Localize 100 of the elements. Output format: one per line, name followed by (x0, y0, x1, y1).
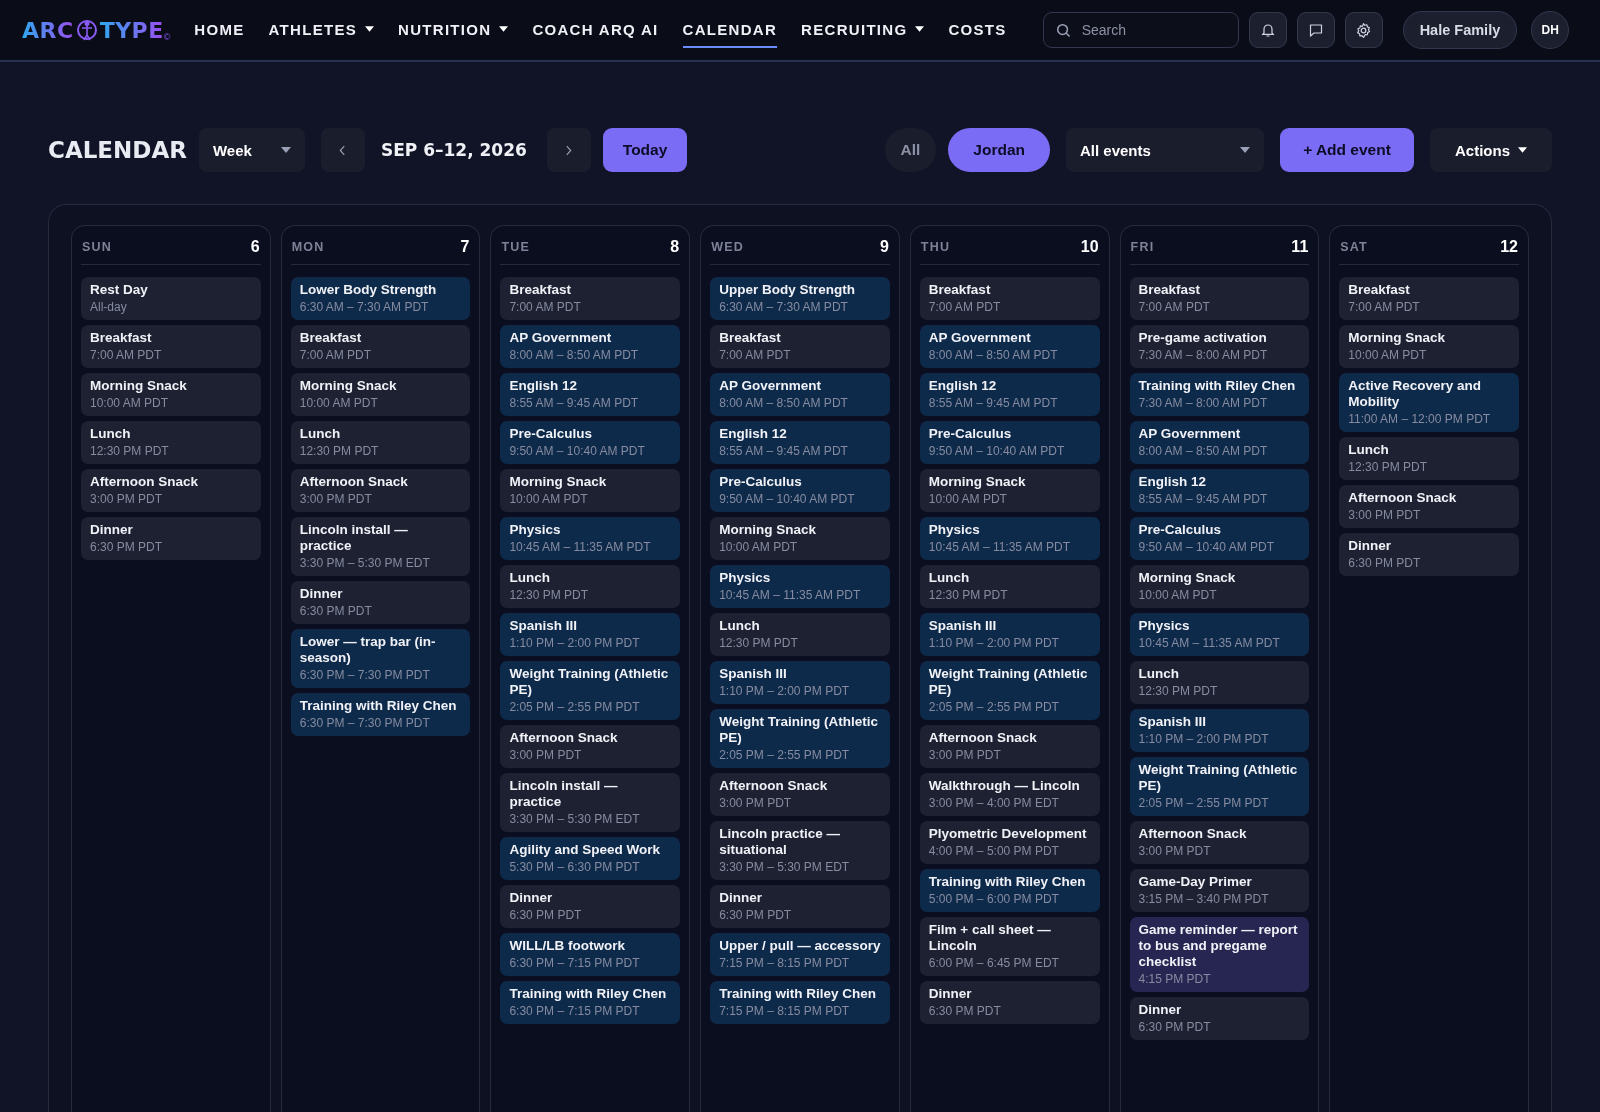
event-card[interactable]: WILL/LB footwork 6:30 PM – 7:15 PM PDT (500, 933, 681, 976)
event-card[interactable]: Spanish III 1:10 PM – 2:00 PM PDT (1129, 709, 1310, 752)
event-card[interactable]: Training with Riley Chen 6:30 PM – 7:15 PM PDT (500, 981, 681, 1024)
event-card[interactable]: Breakfast 7:00 AM PDT (710, 325, 890, 368)
event-card[interactable]: Morning Snack 10:00 AM PDT (500, 469, 681, 512)
event-card[interactable]: Morning Snack 10:00 AM PDT (1339, 325, 1519, 368)
event-card[interactable]: Pre-Calculus 9:50 AM – 10:40 AM PDT (1129, 517, 1310, 560)
search-field[interactable]: Search (1042, 12, 1239, 48)
event-card[interactable]: Morning Snack 10:00 AM PDT (1129, 565, 1310, 608)
event-card[interactable]: Weight Training (Athletic PE) 2:05 PM – 2:55 PM PDT (919, 661, 1100, 720)
event-card[interactable]: Dinner 6:30 PM PDT (1129, 997, 1310, 1040)
event-card[interactable]: Game reminder — report to bus and pregame checklist 4:15 PM PDT (1129, 917, 1310, 992)
person-filter[interactable]: All (884, 128, 937, 172)
event-card[interactable]: Morning Snack 10:00 AM PDT (710, 517, 890, 560)
event-card[interactable]: Lincoln install — practice 3:30 PM – 5:30 PM EDT (500, 773, 681, 832)
nav-link[interactable]: COSTS (948, 12, 1007, 48)
event-card[interactable]: Training with Riley Chen 7:15 PM – 8:15 PM PDT (710, 981, 890, 1024)
event-card[interactable]: Afternoon Snack 3:00 PM PDT (1339, 485, 1519, 528)
event-card[interactable]: Upper Body Strength 6:30 AM – 7:30 AM PDT (710, 277, 890, 320)
event-card[interactable]: Afternoon Snack 3:00 PM PDT (290, 469, 471, 512)
event-card[interactable]: Training with Riley Chen 5:00 PM – 6:00 PM PDT (919, 869, 1100, 912)
event-card[interactable]: Morning Snack 10:00 AM PDT (919, 469, 1100, 512)
event-card[interactable]: Rest Day All-day (81, 277, 261, 320)
event-card[interactable]: Pre-game activation 7:30 AM – 8:00 AM PDT (1129, 325, 1310, 368)
chat-icon[interactable] (1296, 12, 1335, 48)
event-card[interactable]: Breakfast 7:00 AM PDT (1339, 277, 1519, 320)
account-button[interactable]: Hale Family (1402, 11, 1518, 49)
event-card[interactable]: AP Government 8:00 AM – 8:50 AM PDT (500, 325, 681, 368)
event-card[interactable]: Pre-Calculus 9:50 AM – 10:40 AM PDT (500, 421, 681, 464)
today-button[interactable]: Today (602, 128, 688, 172)
event-card[interactable]: Lower — trap bar (in-season) 6:30 PM – 7:30 PM PDT (290, 629, 471, 688)
event-card[interactable]: Afternoon Snack 3:00 PM PDT (81, 469, 261, 512)
event-card[interactable]: Dinner 6:30 PM PDT (919, 981, 1100, 1024)
event-card[interactable]: AP Government 8:00 AM – 8:50 AM PDT (710, 373, 890, 416)
event-card[interactable]: Breakfast 7:00 AM PDT (81, 325, 261, 368)
nav-link[interactable]: ATHLETES (268, 12, 375, 48)
nav-link[interactable]: HOME (194, 12, 245, 48)
event-card[interactable]: Breakfast 7:00 AM PDT (290, 325, 471, 368)
event-card[interactable]: Afternoon Snack 3:00 PM PDT (500, 725, 681, 768)
event-card[interactable]: Lunch 12:30 PM PDT (81, 421, 261, 464)
event-card[interactable]: Lunch 12:30 PM PDT (710, 613, 890, 656)
settings-icon[interactable] (1344, 12, 1383, 48)
avatar[interactable]: DH (1531, 11, 1570, 49)
event-card[interactable]: Lincoln install — practice 3:30 PM – 5:30 PM EDT (290, 517, 471, 576)
event-card[interactable]: Weight Training (Athletic PE) 2:05 PM – 2:55 PM PDT (1129, 757, 1310, 816)
event-card[interactable]: Breakfast 7:00 AM PDT (1129, 277, 1310, 320)
event-card[interactable]: Lunch 12:30 PM PDT (1129, 661, 1310, 704)
event-card[interactable]: Game-Day Primer 3:15 PM – 3:40 PM PDT (1129, 869, 1310, 912)
actions-button[interactable]: Actions (1430, 128, 1552, 172)
event-card[interactable]: Lunch 12:30 PM PDT (1339, 437, 1519, 480)
event-card[interactable]: Active Recovery and Mobility 11:00 AM – 12:00 PM PDT (1339, 373, 1519, 432)
event-filter[interactable]: All events (1066, 128, 1264, 172)
event-card[interactable]: Physics 10:45 AM – 11:35 AM PDT (500, 517, 681, 560)
event-card[interactable]: Training with Riley Chen 6:30 PM – 7:30 PM PDT (290, 693, 471, 736)
event-card[interactable]: Afternoon Snack 3:00 PM PDT (919, 725, 1100, 768)
event-card[interactable]: English 12 8:55 AM – 9:45 AM PDT (1129, 469, 1310, 512)
event-card[interactable]: Pre-Calculus 9:50 AM – 10:40 AM PDT (919, 421, 1100, 464)
event-card[interactable]: Afternoon Snack 3:00 PM PDT (710, 773, 890, 816)
event-card[interactable]: Physics 10:45 AM – 11:35 AM PDT (710, 565, 890, 608)
event-card[interactable]: Spanish III 1:10 PM – 2:00 PM PDT (919, 613, 1100, 656)
event-card[interactable]: Dinner 6:30 PM PDT (81, 517, 261, 560)
event-card[interactable]: Plyometric Development 4:00 PM – 5:00 PM PDT (919, 821, 1100, 864)
event-card[interactable]: Morning Snack 10:00 AM PDT (81, 373, 261, 416)
event-card[interactable]: Lower Body Strength 6:30 AM – 7:30 AM PDT (290, 277, 471, 320)
add-event-button[interactable]: + Add event (1280, 128, 1414, 172)
event-card[interactable]: Dinner 6:30 PM PDT (1339, 533, 1519, 576)
nav-link[interactable]: CALENDAR (682, 12, 778, 48)
event-card[interactable]: Breakfast 7:00 AM PDT (500, 277, 681, 320)
event-card[interactable]: Lincoln practice — situational 3:30 PM – 5:30 PM EDT (710, 821, 890, 880)
event-card[interactable]: English 12 8:55 AM – 9:45 AM PDT (500, 373, 681, 416)
event-card[interactable]: Physics 10:45 AM – 11:35 AM PDT (1129, 613, 1310, 656)
event-card[interactable]: Film + call sheet — Lincoln 6:00 PM – 6:45 PM EDT (919, 917, 1100, 976)
event-card[interactable]: Training with Riley Chen 7:30 AM – 8:00 AM PDT (1129, 373, 1310, 416)
nav-link[interactable]: NUTRITION (398, 12, 509, 48)
event-card[interactable]: Weight Training (Athletic PE) 2:05 PM – 2:55 PM PDT (710, 709, 890, 768)
event-card[interactable]: Lunch 12:30 PM PDT (290, 421, 471, 464)
event-card[interactable]: Dinner 6:30 PM PDT (500, 885, 681, 928)
person-filter[interactable]: Jordan (948, 128, 1050, 172)
view-select[interactable]: Week (198, 128, 305, 172)
event-card[interactable]: Dinner 6:30 PM PDT (290, 581, 471, 624)
event-card[interactable]: Spanish III 1:10 PM – 2:00 PM PDT (710, 661, 890, 704)
nav-link[interactable]: COACH ARQ AI (532, 12, 659, 48)
event-card[interactable]: AP Government 8:00 AM – 8:50 AM PDT (1129, 421, 1310, 464)
nav-link[interactable]: RECRUITING (801, 12, 925, 48)
event-card[interactable]: Spanish III 1:10 PM – 2:00 PM PDT (500, 613, 681, 656)
event-card[interactable]: Lunch 12:30 PM PDT (500, 565, 681, 608)
event-card[interactable]: Walkthrough — Lincoln 3:00 PM – 4:00 PM EDT (919, 773, 1100, 816)
event-card[interactable]: Agility and Speed Work 5:30 PM – 6:30 PM PDT (500, 837, 681, 880)
event-card[interactable]: Upper / pull — accessory 7:15 PM – 8:15 PM PDT (710, 933, 890, 976)
event-card[interactable]: English 12 8:55 AM – 9:45 AM PDT (710, 421, 890, 464)
event-card[interactable]: AP Government 8:00 AM – 8:50 AM PDT (919, 325, 1100, 368)
event-card[interactable]: Breakfast 7:00 AM PDT (919, 277, 1100, 320)
event-card[interactable]: Weight Training (Athletic PE) 2:05 PM – 2:55 PM PDT (500, 661, 681, 720)
event-card[interactable]: Physics 10:45 AM – 11:35 AM PDT (919, 517, 1100, 560)
event-card[interactable]: Dinner 6:30 PM PDT (710, 885, 890, 928)
event-card[interactable]: English 12 8:55 AM – 9:45 AM PDT (919, 373, 1100, 416)
event-card[interactable]: Pre-Calculus 9:50 AM – 10:40 AM PDT (710, 469, 890, 512)
event-card[interactable]: Afternoon Snack 3:00 PM PDT (1129, 821, 1310, 864)
event-card[interactable]: Lunch 12:30 PM PDT (919, 565, 1100, 608)
bell-icon[interactable] (1248, 12, 1287, 48)
